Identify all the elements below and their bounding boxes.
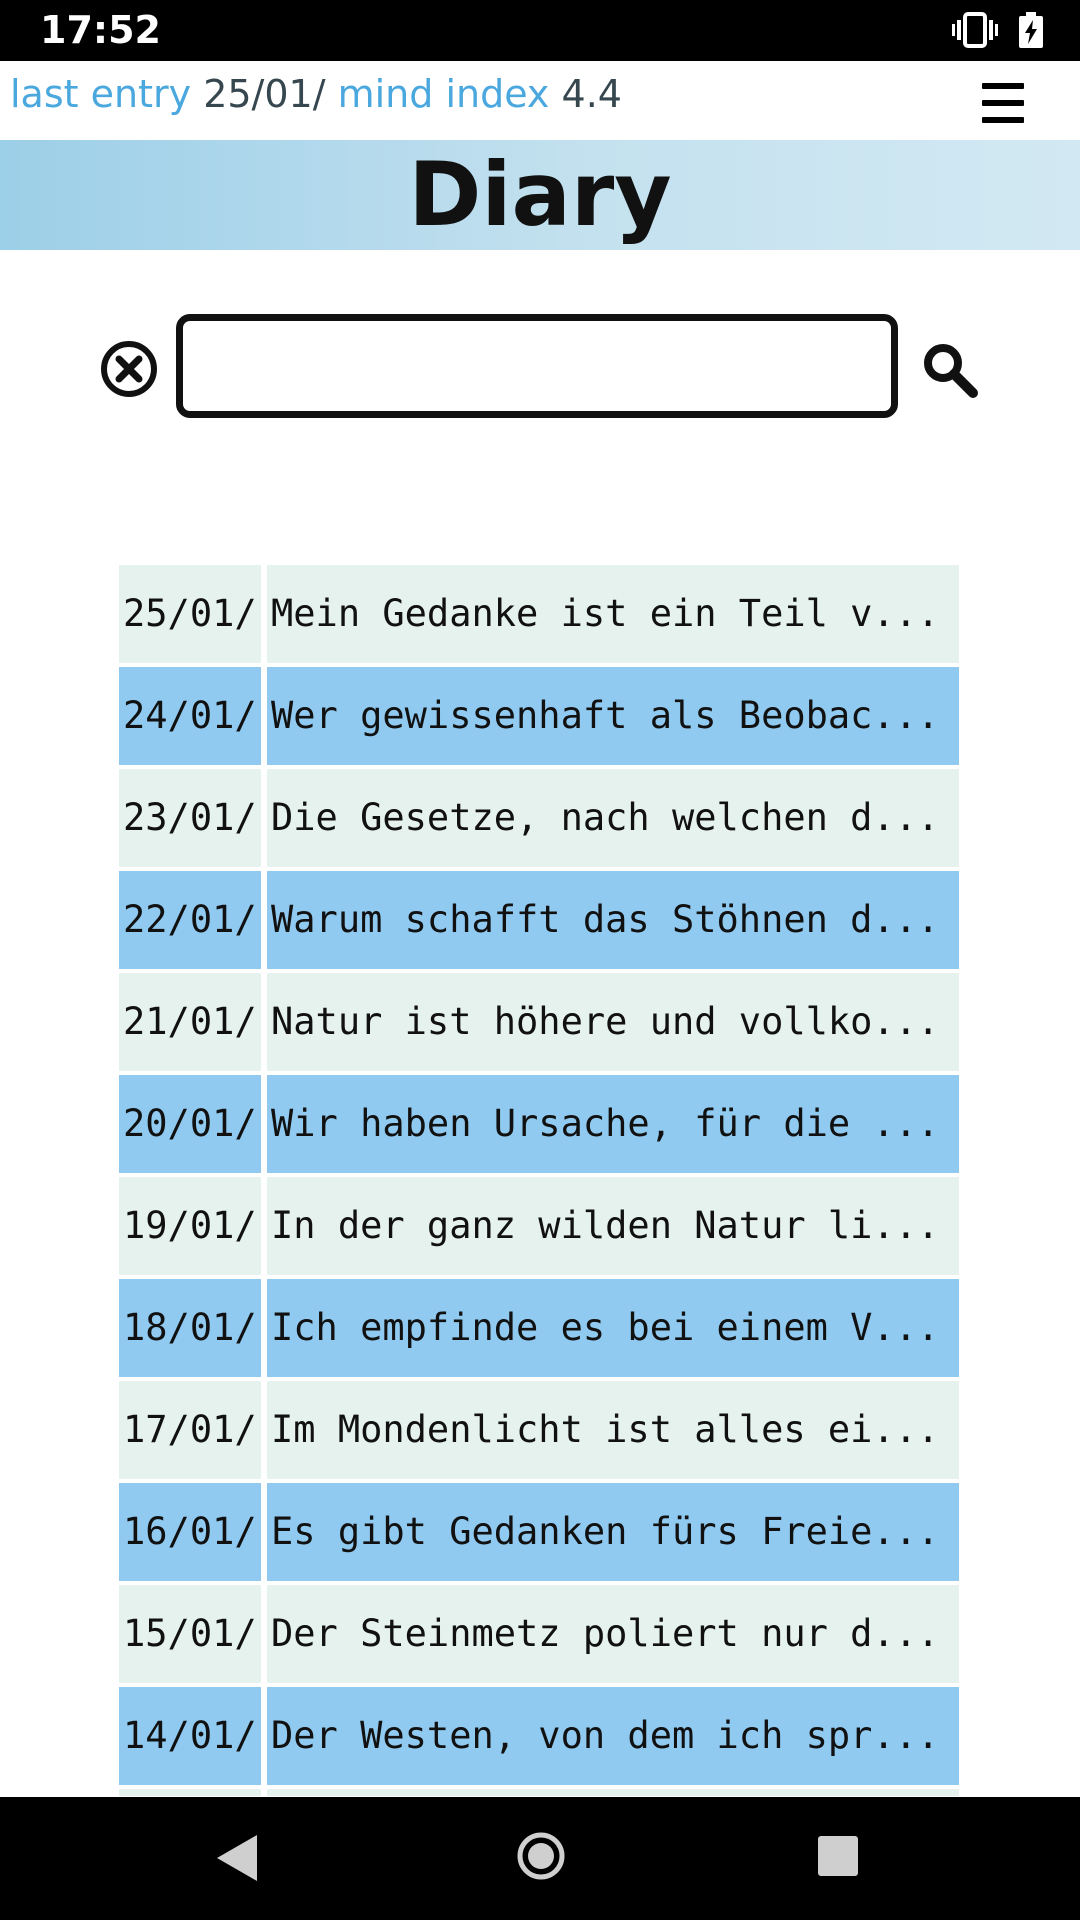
entry-date: 20/01/ xyxy=(119,1075,261,1173)
magnifier-icon[interactable] xyxy=(920,340,980,400)
entry-preview: Ich empfinde es bei einem V... xyxy=(267,1279,959,1377)
entry-preview xyxy=(267,1789,959,1796)
recents-square-icon[interactable] xyxy=(817,1835,859,1877)
table-row[interactable]: 20/01/Wir haben Ursache, für die ... xyxy=(119,1075,959,1173)
entry-preview: Der Westen, von dem ich spr... xyxy=(267,1687,959,1785)
last-entry-label: last entry xyxy=(10,72,192,116)
entry-date: 21/01/ xyxy=(119,973,261,1071)
status-bar: 17:52 xyxy=(0,0,1080,61)
entry-preview: Die Gesetze, nach welchen d... xyxy=(267,769,959,867)
table-row[interactable]: 21/01/Natur ist höhere und vollko... xyxy=(119,973,959,1071)
entry-preview: Wer gewissenhaft als Beobac... xyxy=(267,667,959,765)
entry-date: 25/01/ xyxy=(119,565,261,663)
home-circle-icon[interactable] xyxy=(516,1831,566,1881)
last-entry-value: 25/01/ xyxy=(203,72,326,116)
entry-date: 16/01/ xyxy=(119,1483,261,1581)
entry-preview: In der ganz wilden Natur li... xyxy=(267,1177,959,1275)
title-banner: Diary xyxy=(0,140,1080,250)
search-input[interactable] xyxy=(176,314,898,418)
entry-preview: Natur ist höhere und vollko... xyxy=(267,973,959,1071)
entry-date: 24/01/ xyxy=(119,667,261,765)
table-row[interactable]: 16/01/Es gibt Gedanken fürs Freie... xyxy=(119,1483,959,1581)
close-circle-icon[interactable] xyxy=(100,340,158,398)
mind-index-value: 4.4 xyxy=(561,72,622,116)
table-row[interactable]: 14/01/Der Westen, von dem ich spr... xyxy=(119,1687,959,1785)
entry-date xyxy=(119,1789,261,1796)
table-row[interactable]: 19/01/In der ganz wilden Natur li... xyxy=(119,1177,959,1275)
entry-date: 17/01/ xyxy=(119,1381,261,1479)
hamburger-menu-icon[interactable] xyxy=(978,81,1028,125)
mind-index-label: mind index xyxy=(337,72,550,116)
entry-table: 25/01/Mein Gedanke ist ein Teil v... 24/0… xyxy=(119,565,959,1796)
entry-preview: Mein Gedanke ist ein Teil v... xyxy=(267,565,959,663)
entry-preview: Es gibt Gedanken fürs Freie... xyxy=(267,1483,959,1581)
info-summary: last entry 25/01/ mind index 4.4 xyxy=(10,71,622,117)
table-row[interactable]: 17/01/Im Mondenlicht ist alles ei... xyxy=(119,1381,959,1479)
entry-preview: Warum schafft das Stöhnen d... xyxy=(267,871,959,969)
entry-preview: Wir haben Ursache, für die ... xyxy=(267,1075,959,1173)
entry-date: 22/01/ xyxy=(119,871,261,969)
back-triangle-icon[interactable] xyxy=(215,1833,259,1883)
table-row[interactable]: 22/01/Warum schafft das Stöhnen d... xyxy=(119,871,959,969)
page-title: Diary xyxy=(408,143,672,246)
table-row-partial[interactable] xyxy=(119,1789,959,1796)
info-bar: last entry 25/01/ mind index 4.4 xyxy=(0,61,1080,140)
entry-date: 15/01/ xyxy=(119,1585,261,1683)
entry-date: 23/01/ xyxy=(119,769,261,867)
status-time: 17:52 xyxy=(40,8,161,52)
table-row[interactable]: 23/01/Die Gesetze, nach welchen d... xyxy=(119,769,959,867)
entry-preview: Der Steinmetz poliert nur d... xyxy=(267,1585,959,1683)
vibrate-icon xyxy=(952,12,998,48)
entry-preview: Im Mondenlicht ist alles ei... xyxy=(267,1381,959,1479)
table-row[interactable]: 24/01/Wer gewissenhaft als Beobac... xyxy=(119,667,959,765)
table-row[interactable]: 25/01/Mein Gedanke ist ein Teil v... xyxy=(119,565,959,663)
entry-date: 14/01/ xyxy=(119,1687,261,1785)
table-row[interactable]: 15/01/Der Steinmetz poliert nur d... xyxy=(119,1585,959,1683)
battery-charging-icon xyxy=(1019,12,1043,48)
entry-date: 18/01/ xyxy=(119,1279,261,1377)
entry-date: 19/01/ xyxy=(119,1177,261,1275)
navigation-bar xyxy=(0,1797,1080,1920)
table-row[interactable]: 18/01/Ich empfinde es bei einem V... xyxy=(119,1279,959,1377)
